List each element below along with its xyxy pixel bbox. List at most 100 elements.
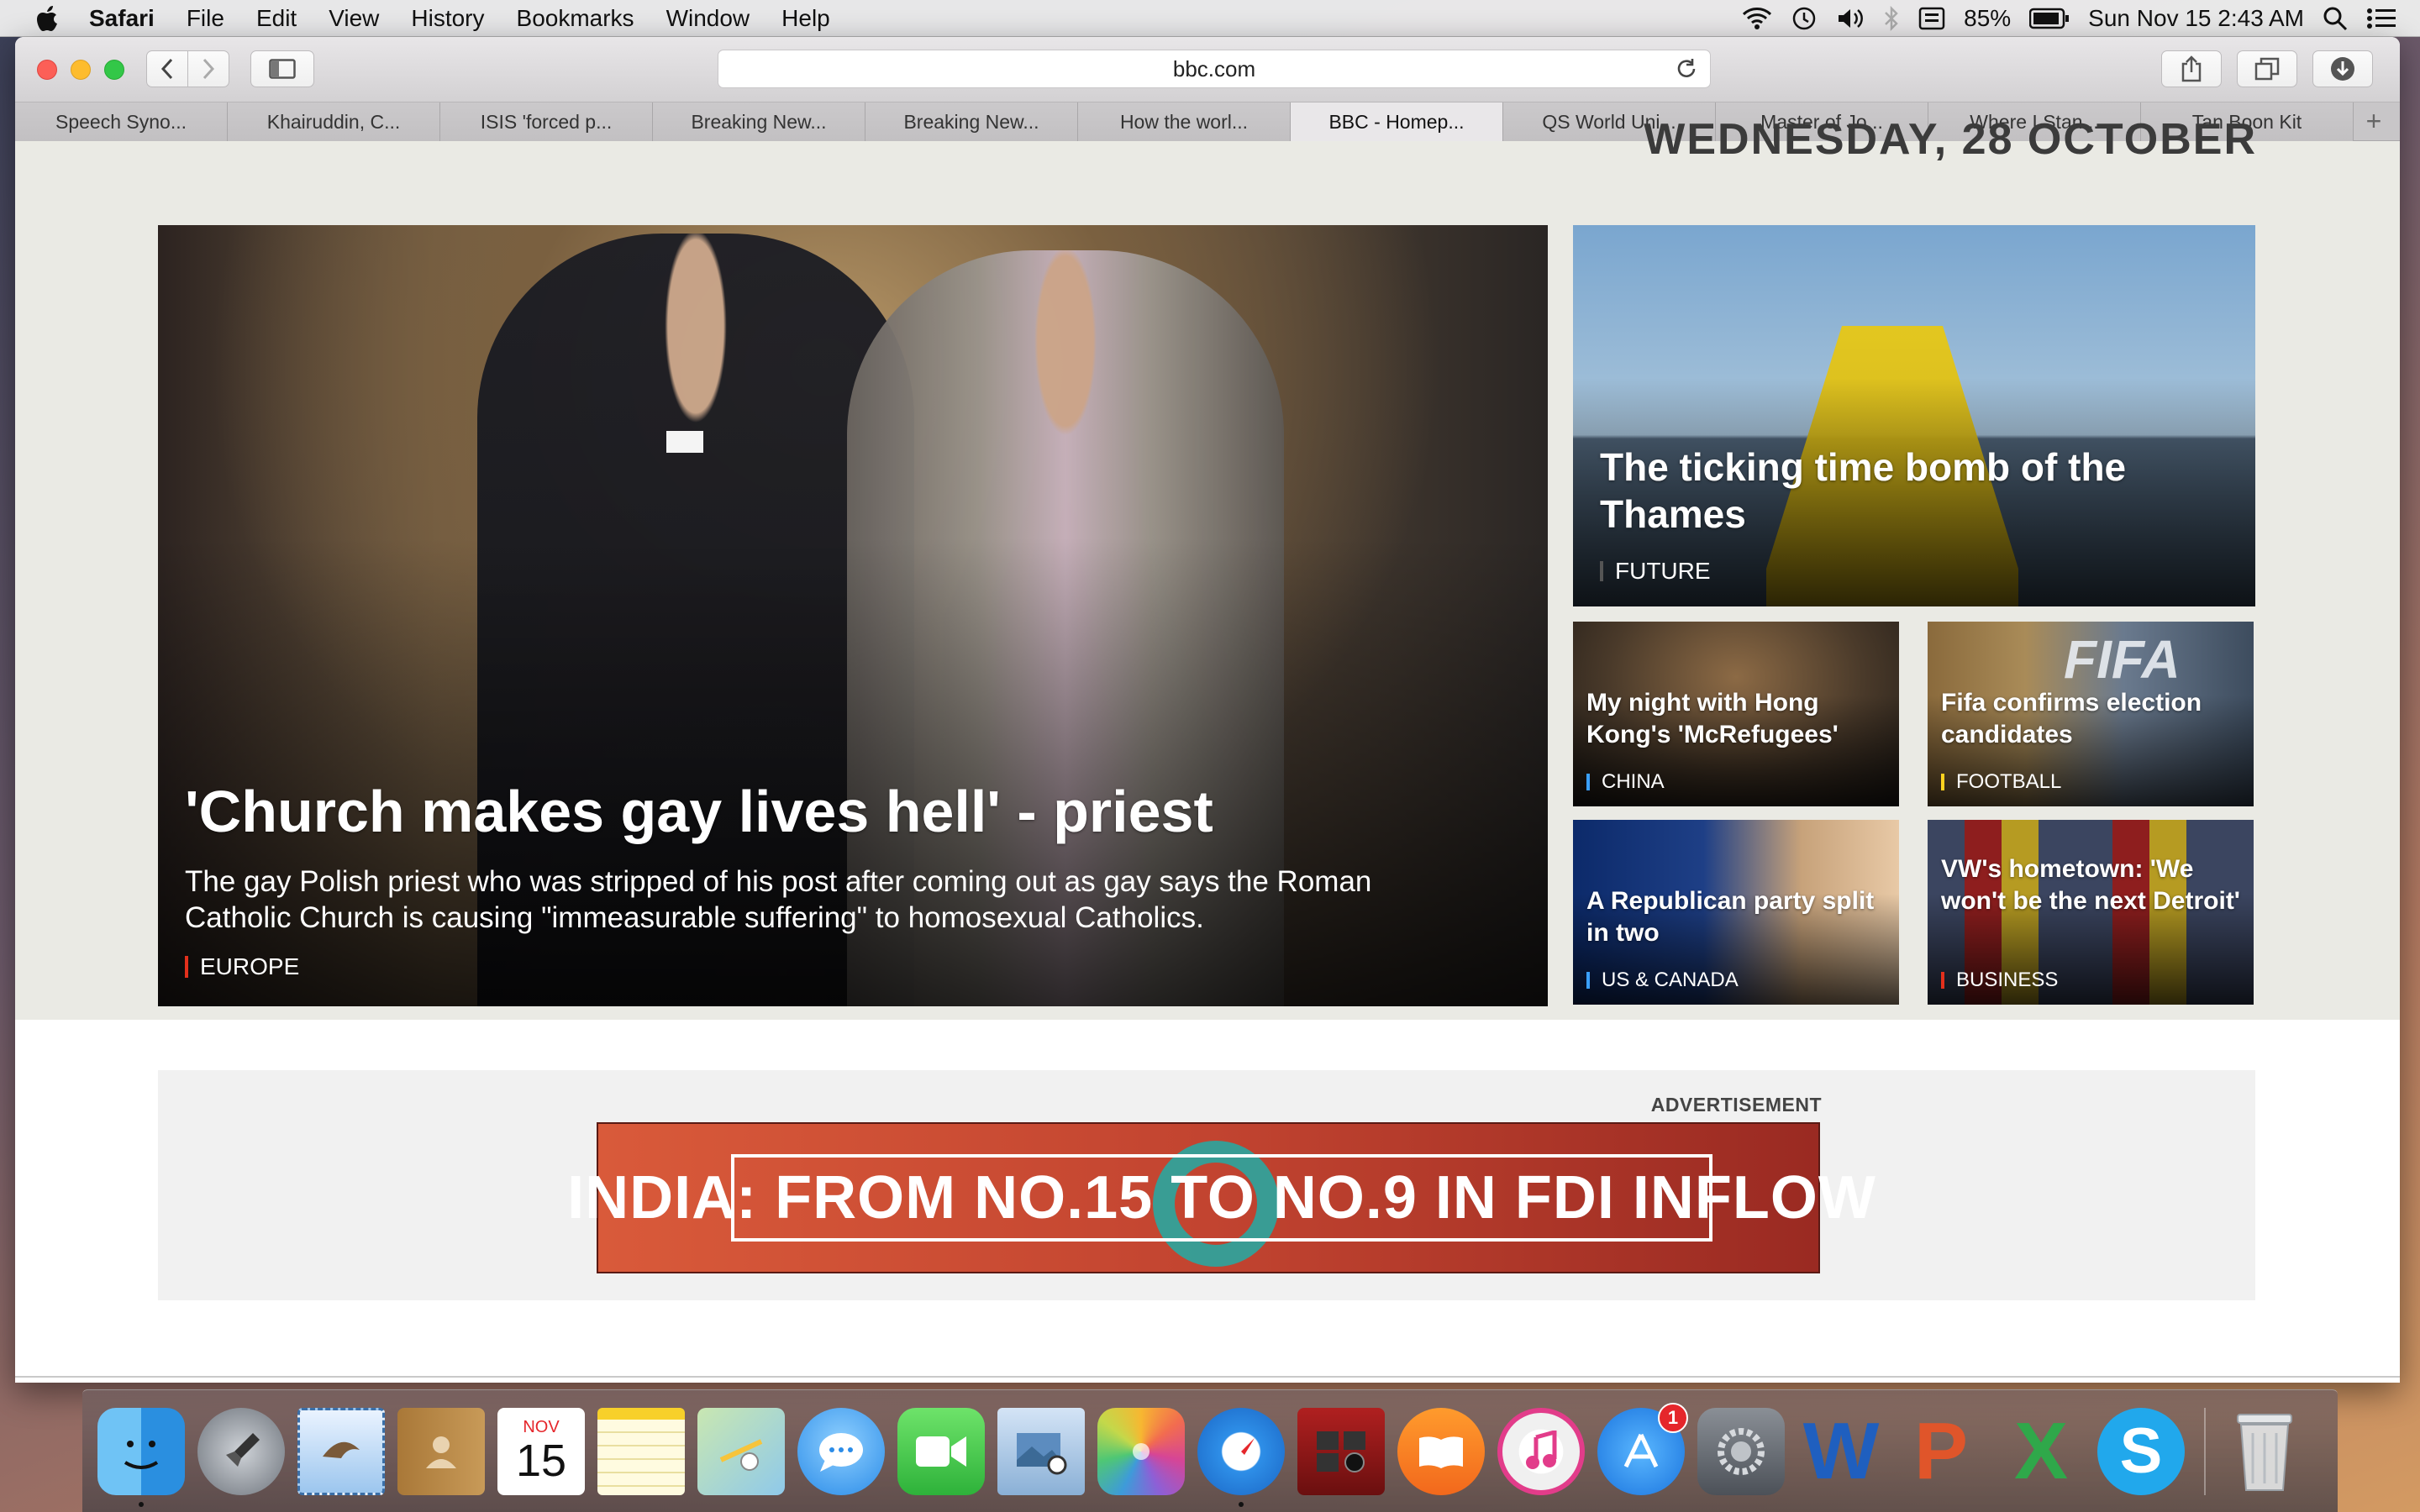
side-story-section[interactable]: FOOTBALL (1941, 769, 2061, 795)
safari-icon[interactable] (1197, 1407, 1285, 1507)
time-machine-icon[interactable] (1791, 5, 1818, 32)
launchpad-icon[interactable] (197, 1407, 285, 1495)
photos-icon[interactable] (1097, 1407, 1185, 1495)
tab-active[interactable]: BBC - Homep... (1291, 102, 1503, 141)
new-tab-button[interactable]: + (2354, 102, 2394, 140)
menu-view[interactable]: View (313, 5, 395, 32)
tab[interactable]: Speech Syno... (15, 102, 228, 141)
side-story-title[interactable]: My night with Hong Kong's 'McRefugees' (1586, 687, 1889, 751)
side-story-section[interactable]: FUTURE (1600, 557, 1711, 585)
tab[interactable]: Breaking New... (865, 102, 1078, 141)
main-story-summary: The gay Polish priest who was stripped o… (185, 865, 1372, 934)
word-letter: W (1802, 1405, 1880, 1496)
tab[interactable]: ISIS 'forced p... (440, 102, 653, 141)
reload-icon[interactable] (1675, 57, 1698, 87)
facetime-icon[interactable] (897, 1407, 985, 1495)
section-label[interactable]: FOOTBALL (1956, 770, 2061, 794)
side-story-title[interactable]: A Republican party split in two (1586, 885, 1889, 949)
share-button[interactable] (2161, 50, 2222, 87)
apple-icon[interactable] (30, 5, 67, 32)
menu-bookmarks[interactable]: Bookmarks (501, 5, 650, 32)
tab[interactable]: Khairuddin, C... (228, 102, 440, 141)
window-close-button[interactable] (37, 60, 57, 80)
section-label[interactable]: BUSINESS (1956, 969, 2058, 992)
trash-icon[interactable] (2221, 1408, 2308, 1495)
powerpoint-letter: P (1913, 1405, 1969, 1496)
side-story-thames[interactable]: The ticking time bomb of the Thames FUTU… (1573, 225, 2255, 606)
menu-window[interactable]: Window (650, 5, 766, 32)
main-story-title[interactable]: 'Church makes gay lives hell' - priest (185, 776, 1213, 847)
back-button[interactable] (146, 50, 188, 87)
ad-banner-text[interactable]: INDIA: FROM NO.15 TO NO.9 IN FDI INFLOW (567, 1163, 1876, 1232)
menu-app-safari[interactable]: Safari (67, 5, 171, 32)
microsoft-powerpoint-icon[interactable]: P (1897, 1405, 1985, 1496)
main-story-section[interactable]: EUROPE (185, 953, 299, 981)
microsoft-word-icon[interactable]: W (1797, 1405, 1885, 1496)
ad-text-frame: INDIA: FROM NO.15 TO NO.9 IN FDI INFLOW (567, 1154, 1876, 1242)
menu-edit[interactable]: Edit (240, 5, 313, 32)
image-gradient-overlay (158, 538, 1548, 1006)
downloads-button[interactable] (2312, 50, 2373, 87)
address-bar[interactable]: bbc.com (718, 50, 1711, 88)
tab[interactable]: Breaking New... (653, 102, 865, 141)
running-indicator (1239, 1501, 1244, 1507)
bluetooth-icon[interactable] (1883, 5, 1900, 31)
menu-file[interactable]: File (171, 5, 240, 32)
side-story-title[interactable]: VW's hometown: 'We won't be the next Det… (1941, 853, 2244, 917)
preview-icon[interactable] (997, 1407, 1085, 1495)
forward-button[interactable] (187, 50, 229, 87)
battery-icon[interactable] (2029, 8, 2070, 29)
skype-icon[interactable]: S (2097, 1407, 2185, 1495)
main-story[interactable]: 'Church makes gay lives hell' - priest T… (158, 225, 1548, 1006)
section-marker (1600, 561, 1603, 581)
side-story-section[interactable]: BUSINESS (1941, 968, 2058, 993)
section-label[interactable]: EUROPE (200, 953, 299, 980)
section-label[interactable]: US & CANADA (1602, 969, 1739, 992)
notes-icon[interactable] (597, 1407, 685, 1495)
messages-icon[interactable] (797, 1407, 885, 1495)
url-text[interactable]: bbc.com (1173, 56, 1255, 82)
advertisement-container: ADVERTISEMENT INDIA: FROM NO.15 TO NO.9 … (158, 1070, 2255, 1300)
volume-icon[interactable] (1836, 7, 1865, 30)
side-story-hongkong[interactable]: My night with Hong Kong's 'McRefugees' C… (1573, 622, 1899, 806)
calendar-icon[interactable]: NOV 15 (497, 1407, 585, 1495)
spotlight-search-icon[interactable] (2323, 6, 2348, 31)
tab[interactable]: How the worl... (1078, 102, 1291, 141)
side-story-title[interactable]: The ticking time bomb of the Thames (1600, 444, 2205, 538)
mail-icon[interactable] (297, 1407, 385, 1495)
section-label[interactable]: FUTURE (1615, 558, 1711, 585)
side-story-vw[interactable]: VW's hometown: 'We won't be the next Det… (1928, 820, 2254, 1005)
contacts-icon[interactable] (397, 1407, 485, 1495)
ibooks-icon[interactable] (1397, 1407, 1485, 1495)
menu-history[interactable]: History (395, 5, 500, 32)
side-story-section[interactable]: CHINA (1586, 769, 1665, 795)
wifi-icon[interactable] (1742, 7, 1772, 30)
window-maximize-button[interactable] (104, 60, 124, 80)
section-label[interactable]: CHINA (1602, 770, 1665, 794)
calendar-day: 15 (515, 1436, 567, 1486)
input-menu-icon[interactable] (1918, 7, 1945, 30)
side-story-section[interactable]: US & CANADA (1586, 968, 1739, 993)
web-page: WEDNESDAY, 28 OCTOBER 'Church makes gay … (15, 115, 2400, 1383)
show-all-tabs-button[interactable] (2237, 50, 2297, 87)
window-minimize-button[interactable] (71, 60, 91, 80)
app-store-icon[interactable]: 1 (1597, 1402, 1688, 1495)
section-marker (1586, 972, 1590, 989)
system-preferences-icon[interactable] (1697, 1407, 1785, 1495)
sidebar-toggle-button[interactable] (250, 50, 314, 87)
photo-booth-icon[interactable] (1297, 1407, 1385, 1495)
side-story-fifa[interactable]: FIFA Fifa confirms election candidates F… (1928, 622, 2254, 806)
maps-icon[interactable] (697, 1407, 785, 1495)
safari-window: bbc.com Speech Syno... Khairuddin, C... … (15, 37, 2400, 1383)
microsoft-excel-icon[interactable]: X (1997, 1406, 2085, 1496)
side-story-title[interactable]: Fifa confirms election candidates (1941, 687, 2244, 751)
itunes-icon[interactable] (1497, 1407, 1585, 1495)
finder-icon[interactable] (97, 1407, 185, 1507)
menu-help[interactable]: Help (765, 5, 846, 32)
advertisement-banner[interactable]: INDIA: FROM NO.15 TO NO.9 IN FDI INFLOW (567, 1122, 1876, 1273)
notification-center-icon[interactable] (2366, 7, 2396, 30)
clock[interactable]: Sun Nov 15 2:43 AM (2088, 5, 2304, 32)
notification-badge: 1 (1658, 1402, 1688, 1433)
section-marker (1586, 774, 1590, 790)
side-story-republican[interactable]: A Republican party split in two US & CAN… (1573, 820, 1899, 1005)
